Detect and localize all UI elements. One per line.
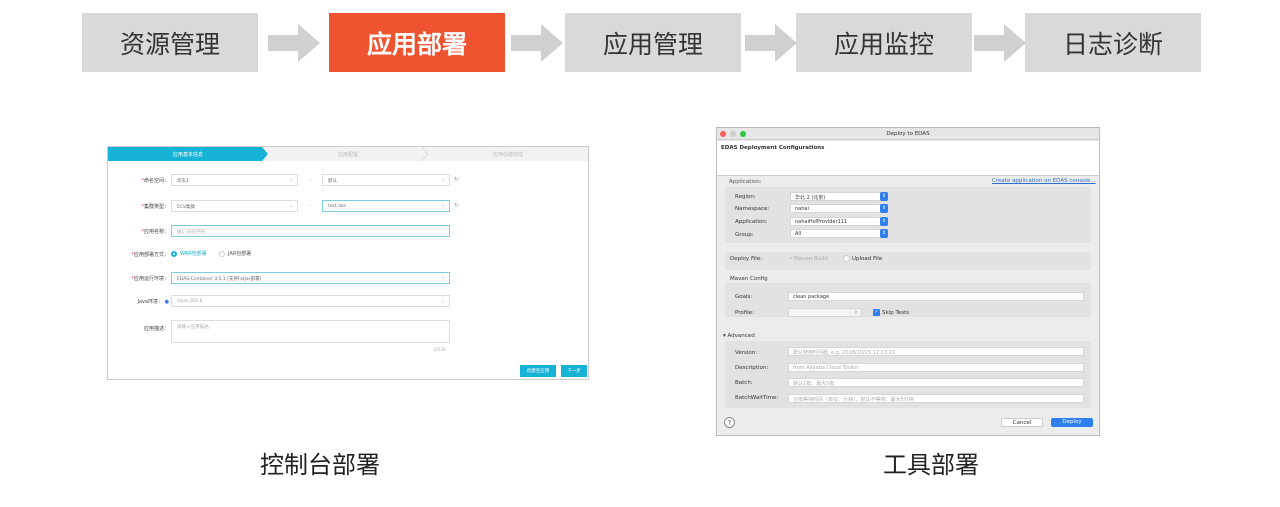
refresh-icon[interactable]: ↻ — [454, 176, 459, 183]
cluster-select[interactable]: test.doc ⌄ — [322, 200, 450, 212]
profile-select[interactable]: ⇕ — [788, 308, 862, 317]
description-label: Description: — [735, 365, 769, 371]
group-label: Group: — [735, 232, 754, 238]
wizard-step-config: 应用配置 — [337, 152, 358, 158]
tool-dialog: Deploy to EDAS EDAS Deployment Configura… — [716, 127, 1100, 436]
advanced-toggle[interactable]: ▾ Advanced — [723, 333, 755, 339]
info-icon: ● — [164, 299, 169, 305]
radio-maven-build[interactable]: • Maven Build — [789, 256, 828, 262]
arrow-right-icon — [511, 24, 563, 62]
application-label: Application: — [735, 219, 768, 225]
java-select[interactable]: Open JDK 8 ⌄ — [171, 295, 450, 307]
step-resource-management: 资源管理 — [82, 13, 258, 72]
description-input[interactable]: from Alibaba Cloud Toolkit — [788, 363, 1084, 372]
radio-upload-file[interactable]: Upload File — [843, 255, 882, 262]
namespace-select[interactable]: 默认 ⌄ — [322, 174, 450, 186]
batch-wait-label: BatchWaitTime: — [735, 395, 779, 401]
char-counter: 0/128 — [434, 347, 446, 352]
batch-input[interactable]: 默认1批，最大5批 — [788, 378, 1084, 387]
wizard-step-basic-info: 应用基本信息 — [172, 152, 203, 158]
step-log-diagnosis: 日志诊断 — [1025, 13, 1201, 72]
app-name-label: *应用名称： — [141, 229, 169, 235]
radio-jar[interactable]: JAR包部署 — [219, 250, 251, 257]
desc-label: 应用描述： — [143, 326, 169, 332]
goals-label: Goals: — [735, 294, 753, 300]
namespace-select[interactable]: nahai ⇕ — [790, 204, 888, 213]
group-select[interactable]: All ⇕ — [790, 229, 888, 238]
batch-label: Batch: — [735, 380, 753, 386]
cluster-type-select[interactable]: ECS集群 ⌄ — [171, 200, 298, 212]
application-select[interactable]: nahaiHsfProvider111 ⇕ — [790, 217, 888, 226]
runtime-label: *应用运行环境： — [131, 276, 169, 282]
step-app-deployment: 应用部署 — [329, 13, 505, 72]
step-app-management: 应用管理 — [565, 13, 741, 72]
java-label: Java环境： ● — [137, 299, 169, 305]
cluster-label: *集群类型： — [141, 204, 169, 210]
profile-label: Profile: — [735, 310, 754, 316]
goals-input[interactable]: clean package — [788, 292, 1084, 301]
desc-textarea[interactable]: 请输入应用描述。 — [171, 320, 450, 343]
maven-section-label: Maven Config — [730, 276, 768, 282]
console-screenshot: 应用基本信息 应用配置 应用创建完成 *命名空间： 华东1 ⌄ - 默认 ⌄ ↻ *… — [107, 146, 589, 380]
step-app-monitoring: 应用监控 — [796, 13, 972, 72]
arrow-right-icon — [745, 24, 797, 62]
skip-tests-checkbox[interactable]: ✓ Skip Tests — [873, 309, 909, 316]
deploy-method-label: *应用部署方式： — [131, 252, 169, 258]
deploy-file-label: Deploy File: — [730, 256, 763, 262]
create-empty-app-button[interactable]: 创建空应用 — [520, 365, 556, 377]
dialog-header: EDAS Deployment Configurations — [721, 145, 825, 151]
region-select[interactable]: 华北 2 (北京) ⇕ — [790, 192, 888, 201]
create-application-link[interactable]: Create application on EDAS console... — [992, 178, 1096, 184]
namespace-label: *命名空间： — [141, 178, 169, 184]
app-name-input[interactable]: 由1-36位字符 — [171, 225, 450, 237]
arrow-right-icon — [974, 24, 1026, 62]
cancel-button[interactable]: Cancel — [1001, 418, 1043, 427]
window-title: Deploy to EDAS — [886, 131, 930, 137]
radio-war[interactable]: WAR包部署 — [171, 250, 207, 257]
next-button[interactable]: 下一步 — [561, 365, 587, 377]
arrow-right-icon — [268, 24, 320, 62]
namespace-label: Namespace: — [735, 206, 770, 212]
batch-wait-input[interactable]: 分批等待时间（单位：分钟），默认不等待，最大5分钟 — [788, 394, 1084, 403]
help-icon[interactable]: ? — [724, 417, 735, 428]
region-label: Region: — [735, 194, 756, 200]
application-section-label: Application: — [729, 179, 762, 185]
console-caption: 控制台部署 — [260, 451, 380, 479]
version-label: Version: — [735, 350, 758, 356]
wizard-step-done: 应用创建完成 — [492, 152, 523, 158]
namespace-region-select[interactable]: 华东1 ⌄ — [171, 174, 298, 186]
tool-caption: 工具部署 — [883, 451, 979, 479]
refresh-icon[interactable]: ↻ — [454, 202, 459, 209]
deploy-button[interactable]: Deploy — [1051, 418, 1093, 427]
version-input[interactable]: 默认使用时间戳, e.g. 2018/10/15 17:13:22 — [788, 347, 1084, 356]
runtime-select[interactable]: EDAS-Container 3.5.1 [支持FatJar部署] ⌄ — [171, 272, 450, 284]
